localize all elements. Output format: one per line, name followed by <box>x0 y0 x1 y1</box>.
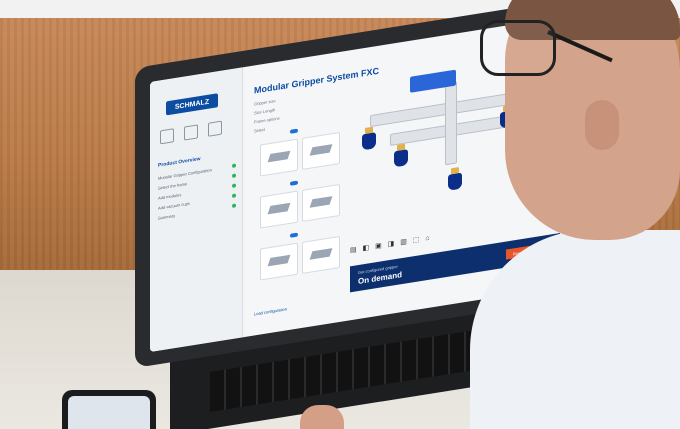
status-dot-icon <box>232 203 236 209</box>
module-card[interactable] <box>302 131 340 170</box>
module-card[interactable] <box>302 183 340 222</box>
status-dot-icon <box>232 163 236 169</box>
options-list: Gripper size Size Length Frame options S… <box>254 87 344 137</box>
status-dot-icon <box>232 183 236 189</box>
module-card[interactable] <box>302 235 340 274</box>
photo-scene: SCHMALZ Product Overview Modular Gripper… <box>0 0 680 429</box>
toggle-switch[interactable] <box>290 180 298 186</box>
sidebar-list: Modular Gripper Configuration Select the… <box>158 160 236 222</box>
ear <box>585 100 619 150</box>
status-dot-icon <box>232 193 236 199</box>
product-icon[interactable] <box>160 128 174 145</box>
toggle-switch[interactable] <box>290 128 298 134</box>
sidebar-icons <box>160 120 222 145</box>
info-icon[interactable] <box>208 120 222 137</box>
gripper-rail <box>445 81 457 166</box>
phone-screen <box>68 396 150 429</box>
brand-logo[interactable]: SCHMALZ <box>166 93 218 116</box>
glasses-icon <box>480 20 556 76</box>
module-thumbnail-icon <box>267 254 291 267</box>
status-dot-icon <box>232 173 236 179</box>
module-thumbnail-icon <box>267 150 291 163</box>
hand <box>300 405 344 429</box>
module-card[interactable] <box>260 138 298 177</box>
toggle-switch[interactable] <box>290 232 298 238</box>
module-card[interactable] <box>260 242 298 281</box>
vacuum-cup-icon <box>448 172 462 191</box>
settings-icon[interactable] <box>184 124 198 141</box>
module-card[interactable] <box>260 190 298 229</box>
module-thumbnail-icon <box>309 196 333 208</box>
load-config-link[interactable]: Load configuration <box>254 306 287 316</box>
vacuum-cup-icon <box>394 149 408 168</box>
vacuum-cup-icon <box>362 132 376 151</box>
sidebar: SCHMALZ Product Overview Modular Gripper… <box>150 67 243 352</box>
module-thumbnail-icon <box>309 248 333 260</box>
module-thumbnail-icon <box>267 202 291 215</box>
sidebar-item-label: Summary <box>158 212 176 221</box>
module-thumbnail-icon <box>309 144 333 156</box>
